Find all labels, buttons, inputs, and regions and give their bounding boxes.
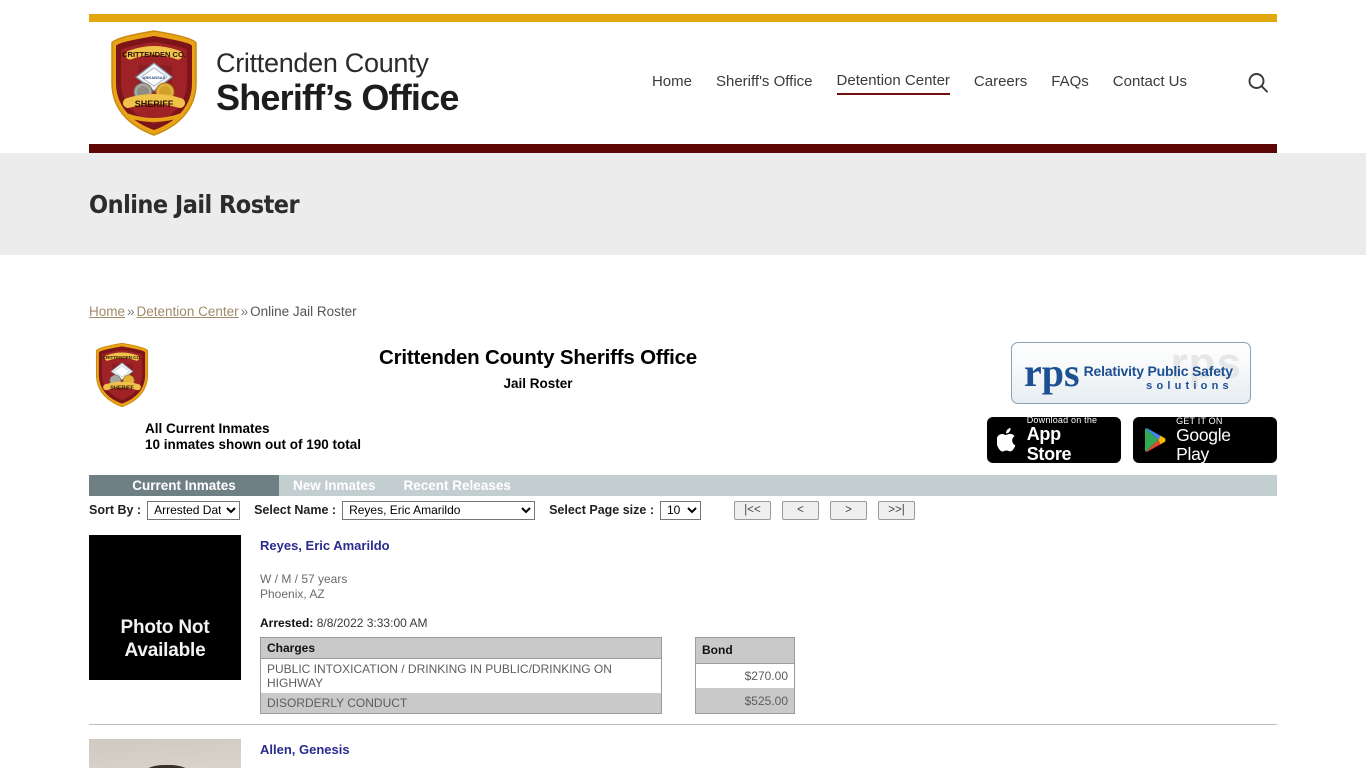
breadcrumb-separator-2: » xyxy=(240,304,249,319)
main-navigation: Home Sheriff's Office Detention Center C… xyxy=(652,70,1277,96)
apple-icon xyxy=(997,427,1016,452)
nav-item-home[interactable]: Home xyxy=(652,73,692,94)
breadcrumb: Home» Detention Center» Online Jail Roster xyxy=(89,304,1366,319)
page-title-banner: Online Jail Roster xyxy=(0,153,1366,255)
page-size-select[interactable]: 10 xyxy=(660,500,701,520)
tab-recent-releases[interactable]: Recent Releases xyxy=(390,475,525,496)
select-name-label: Select Name : xyxy=(254,503,337,517)
nav-item-careers[interactable]: Careers xyxy=(974,73,1027,94)
charges-table: Charges PUBLIC INTOXICATION / DRINKING I… xyxy=(260,637,662,714)
breadcrumb-separator: » xyxy=(127,304,135,319)
page-size-label: Select Page size : xyxy=(549,503,654,517)
select-name-select[interactable]: Reyes, Eric Amarildo xyxy=(342,500,536,520)
bond-table: Bond $270.00 $525.00 xyxy=(695,637,795,714)
bond-cell: $525.00 xyxy=(695,688,795,714)
photo-unavailable-line-2: Available xyxy=(124,640,206,661)
arrested-value: 8/8/2022 3:33:00 AM xyxy=(316,616,428,630)
roster-subtitle: Jail Roster xyxy=(503,376,573,391)
nav-item-faqs[interactable]: FAQs xyxy=(1051,73,1089,94)
rps-tagline-2: solutions xyxy=(1146,379,1233,392)
inmate-row: Photo Not Available Reyes, Eric Amarildo… xyxy=(89,521,1277,725)
google-play-line-2: Google Play xyxy=(1176,424,1231,464)
inmate-photo-placeholder: Photo Not Available xyxy=(89,535,241,680)
pager-last-button[interactable]: >>| xyxy=(878,500,915,520)
charges-header: Charges xyxy=(260,637,662,659)
brand-line-1: Crittenden County xyxy=(216,48,429,78)
roster-header: CRITTENDEN CO. SHERIFF Crittenden County… xyxy=(89,336,1277,464)
rps-wordmark: rps xyxy=(1024,350,1080,395)
inmate-demographics: W / M / 57 years xyxy=(260,572,348,586)
charge-cell: DISORDERLY CONDUCT xyxy=(260,693,662,714)
sheriff-badge-icon: CRITTENDEN CO. ARKANSAS SHERIFF xyxy=(111,30,197,136)
inmate-row: Allen, Genesis xyxy=(89,725,1277,768)
inmate-name-link[interactable]: Allen, Genesis xyxy=(260,742,350,757)
charge-cell: PUBLIC INTOXICATION / DRINKING IN PUBLIC… xyxy=(260,658,662,693)
brand-line-2: Sheriff’s Office xyxy=(216,77,459,118)
rps-logo[interactable]: rps rps Relativity Public Safety solutio… xyxy=(1011,342,1251,404)
store-badges: Download on the App Store GET IT ON Goog… xyxy=(987,416,1277,464)
vendor-block: rps rps Relativity Public Safety solutio… xyxy=(987,342,1277,463)
pagination: |<< < > >>| xyxy=(734,500,915,520)
tab-current-inmates[interactable]: Current Inmates xyxy=(89,475,279,496)
inmate-arrested: Arrested: 8/8/2022 3:33:00 AM xyxy=(260,616,1277,630)
bond-header: Bond xyxy=(695,637,795,664)
app-store-line-2: App Store xyxy=(1026,424,1072,464)
pager-prev-button[interactable]: < xyxy=(782,500,819,520)
search-button[interactable] xyxy=(1245,70,1271,96)
charges-bond-tables: Charges PUBLIC INTOXICATION / DRINKING I… xyxy=(260,637,1277,714)
nav-item-detention-center[interactable]: Detention Center xyxy=(836,72,950,95)
page-content: Home» Detention Center» Online Jail Roster… xyxy=(0,304,1366,768)
svg-text:ARKANSAS: ARKANSAS xyxy=(143,75,166,80)
header-maroon-bar xyxy=(89,144,1277,153)
site-header: CRITTENDEN CO. ARKANSAS SHERIFF Crittend… xyxy=(0,14,1366,153)
pager-first-button[interactable]: |<< xyxy=(734,500,771,520)
nav-item-contact-us[interactable]: Contact Us xyxy=(1113,73,1187,94)
app-store-button[interactable]: Download on the App Store xyxy=(987,416,1121,464)
nav-item-sheriffs-office[interactable]: Sheriff's Office xyxy=(716,73,813,94)
breadcrumb-current: Online Jail Roster xyxy=(250,304,357,319)
inmate-list: Photo Not Available Reyes, Eric Amarildo… xyxy=(89,521,1277,768)
roster-count-label: 10 inmates shown out of 190 total xyxy=(145,437,362,452)
page-title: Online Jail Roster xyxy=(89,189,300,219)
breadcrumb-item-home[interactable]: Home xyxy=(89,304,125,319)
inmate-location: Phoenix, AZ xyxy=(260,587,325,601)
svg-text:CRITTENDEN CO.: CRITTENDEN CO. xyxy=(122,50,186,59)
rps-tagline-1: Relativity Public Safety xyxy=(1083,362,1233,379)
inmate-name-link[interactable]: Reyes, Eric Amarildo xyxy=(260,538,390,553)
google-play-icon xyxy=(1144,428,1166,452)
sort-by-select[interactable]: Arrested Date xyxy=(147,500,241,520)
site-brand[interactable]: CRITTENDEN CO. ARKANSAS SHERIFF Crittend… xyxy=(108,29,459,137)
svg-text:SHERIFF: SHERIFF xyxy=(135,99,174,109)
breadcrumb-item-detention-center[interactable]: Detention Center xyxy=(137,304,239,319)
header-gold-bar xyxy=(89,14,1277,22)
tab-new-inmates[interactable]: New Inmates xyxy=(279,475,390,496)
bond-cell: $270.00 xyxy=(695,663,795,689)
roster-scope-label: All Current Inmates xyxy=(145,421,270,436)
roster-tabs: Current Inmates New Inmates Recent Relea… xyxy=(89,475,1277,496)
arrested-label: Arrested: xyxy=(260,616,314,630)
search-icon xyxy=(1248,73,1268,93)
inmate-photo xyxy=(89,739,241,768)
filter-bar: Sort By : Arrested Date Select Name : Re… xyxy=(89,499,1277,521)
photo-unavailable-line-1: Photo Not xyxy=(120,617,210,638)
roster-title: Crittenden County Sheriffs Office xyxy=(378,346,697,369)
sort-by-label: Sort By : xyxy=(89,503,142,517)
pager-next-button[interactable]: > xyxy=(830,500,867,520)
google-play-button[interactable]: GET IT ON Google Play xyxy=(1133,416,1277,464)
